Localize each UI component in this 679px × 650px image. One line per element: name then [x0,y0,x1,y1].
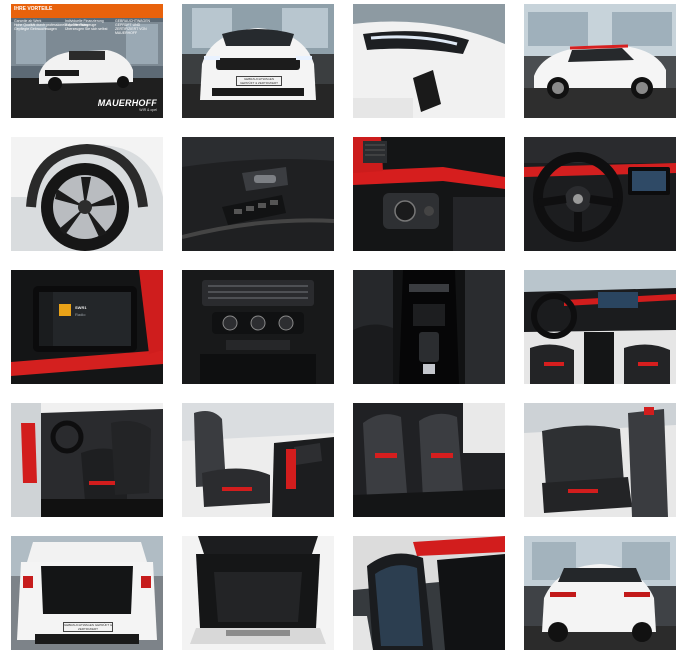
photo-rear-open-trunk[interactable]: GEBRAUCHTWAGEN GEPRÜFT & ZERTIFIZIERT [11,536,163,650]
photo-front-seats-rear-view[interactable] [353,403,505,517]
dealer-logo-sub: WIR & opel [139,108,157,112]
photo-trunk-space-image [182,536,334,650]
advantage-item: Überzeugen Sie sich selbst [65,27,108,31]
license-plate: GEBRAUCHTWAGEN GEPRÜFT & ZERTIFIZIERT [63,622,113,632]
photo-center-tunnel-image [353,270,505,384]
photo-front-seats-side[interactable] [182,403,334,517]
photo-exterior-side[interactable] [524,4,676,118]
photo-wheel-detail-image [11,137,163,251]
photo-rear-open-trunk-image [11,536,163,650]
radio-station-label: SWR1 [75,305,87,310]
photo-center-console-controls-image [182,270,334,384]
photo-door-panel[interactable] [182,137,334,251]
photo-front-seats-side-image [182,403,334,517]
photo-front-seats-rear-view-image [353,403,505,517]
photo-front-seats-open-door-image [11,403,163,517]
photo-exterior-rear[interactable] [524,536,676,650]
photo-rear-seats-image [524,403,676,517]
photo-trunk-space[interactable] [182,536,334,650]
advantages-banner: IHRE VORTEILE [11,4,163,18]
photo-gallery: IHRE VORTEILE Garantie ab Werk Hohe Qual… [0,0,679,650]
dealer-logo: MAUERHOFF [97,98,157,108]
photo-steering-wheel[interactable] [524,137,676,251]
photo-exterior-side-image [524,4,676,118]
photo-center-console-controls[interactable] [182,270,334,384]
radio-sub-label: Radio [75,312,86,317]
photo-infotainment-screen[interactable]: SWR1 Radio [11,270,163,384]
photo-headlight-detail[interactable] [353,4,505,118]
license-plate: GEBRAUCHTWAGEN GEPRÜFT & ZERTIFIZIERT [236,76,282,86]
photo-infotainment-screen-image [11,270,163,384]
photo-headlight-detail-image [353,4,505,118]
photo-exterior-rear-image [524,536,676,650]
photo-interior-cockpit[interactable] [524,270,676,384]
certified-text: GEBRAUCHTWAGEN GEPRÜFT UND ZERTIFIZIERT … [115,19,151,35]
photo-exterior-front-image [182,4,334,118]
photo-interior-cockpit-image [524,270,676,384]
photo-rear-seats[interactable] [524,403,676,517]
photo-door-sill-image [353,536,505,650]
photo-exterior-front-showroom[interactable]: IHRE VORTEILE Garantie ab Werk Hohe Qual… [11,4,163,118]
photo-steering-wheel-image [524,137,676,251]
photo-exterior-front[interactable]: GEBRAUCHTWAGEN GEPRÜFT & ZERTIFIZIERT [182,4,334,118]
photo-dashboard-lights-switch-image [353,137,505,251]
photo-center-tunnel[interactable] [353,270,505,384]
photo-dashboard-lights-switch[interactable] [353,137,505,251]
photo-door-sill[interactable] [353,536,505,650]
photo-door-panel-image [182,137,334,251]
banner-title: IHRE VORTEILE [14,6,53,12]
photo-wheel-detail[interactable] [11,137,163,251]
advantage-item: Gepflegte Gebrauchtwagen [14,27,57,31]
photo-front-seats-open-door[interactable] [11,403,163,517]
